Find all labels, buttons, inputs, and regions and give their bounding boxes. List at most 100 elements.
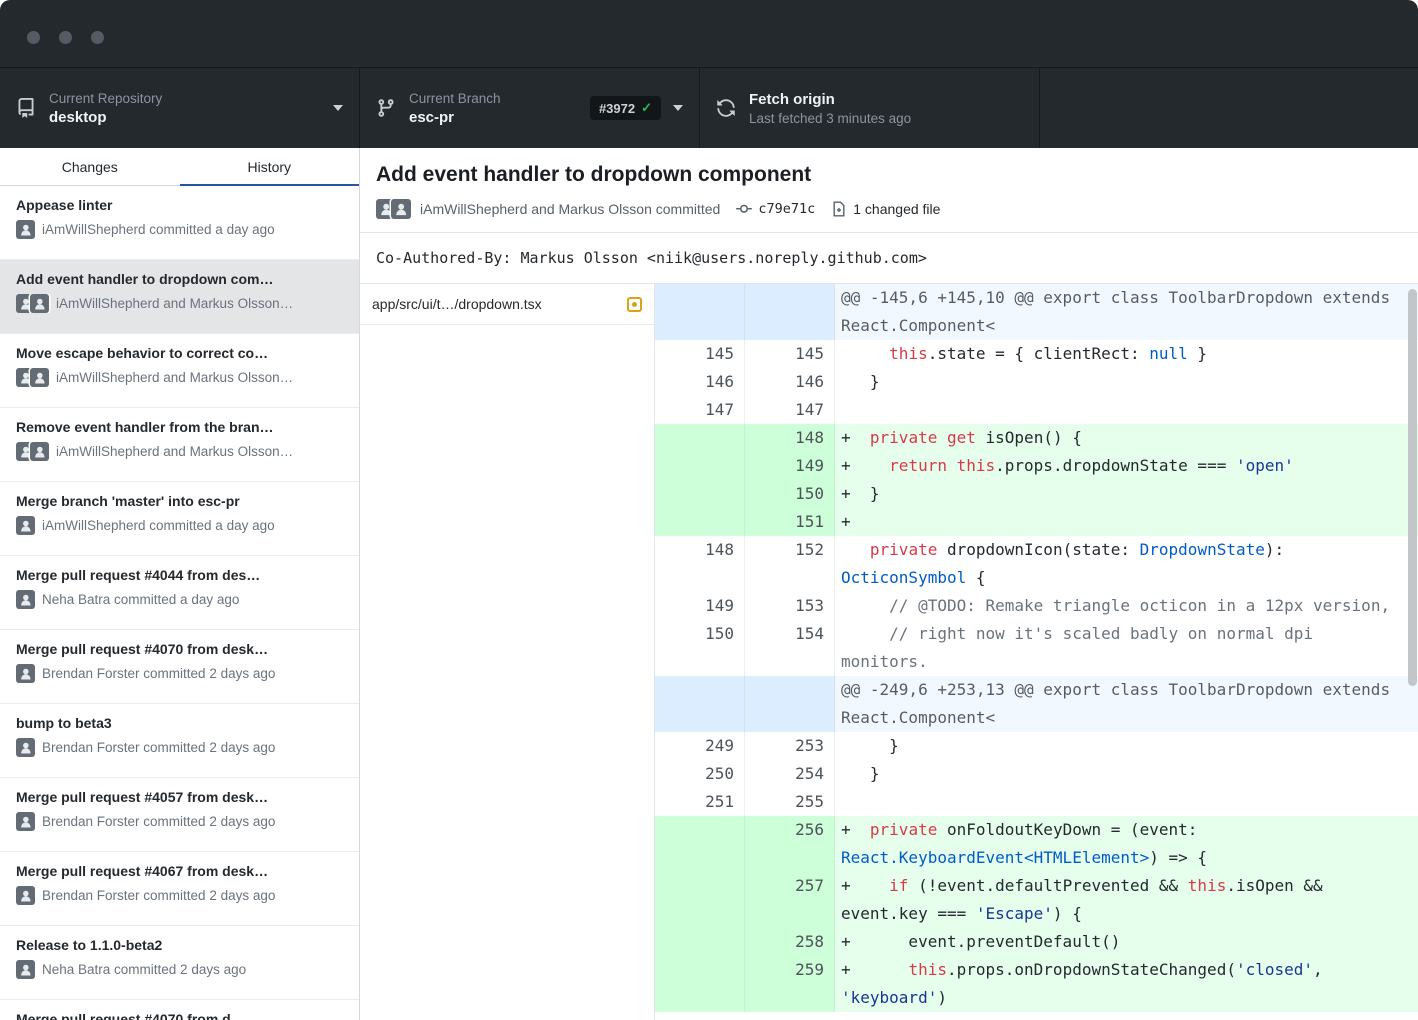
commit-byline: Neha Batra committed 2 days ago [16,960,343,979]
tab-history[interactable]: History [180,148,360,185]
commit-list-item[interactable]: bump to beta3Brendan Forster committed 2… [0,704,359,778]
commit-meta-text: iAmWillShepherd and Markus Olsson… [56,370,293,385]
diff-new-line-number: 154 [745,620,835,676]
commit-avatars [16,960,35,979]
diff-old-line-number: 148 [655,536,745,592]
diff-old-line-number [655,928,745,956]
diff-line-row: 257+ if (!event.defaultPrevented && this… [655,872,1418,928]
diff-code-line: } [835,732,1418,760]
repository-picker-button[interactable]: Current Repository desktop [0,68,360,148]
diff-old-line-number [655,676,745,732]
commit-meta-text: Neha Batra committed 2 days ago [42,962,246,977]
branch-name: esc-pr [409,109,501,126]
diff-new-line-number: 255 [745,788,835,816]
commit-title: Appease linter [16,197,343,213]
commit-avatars [16,886,35,905]
commit-list-item[interactable]: Merge pull request #4070 from desk…Brend… [0,630,359,704]
avatar [16,960,35,979]
fetch-origin-button[interactable]: Fetch origin Last fetched 3 minutes ago [700,68,1040,148]
file-list-item[interactable]: app/src/ui/t…/dropdown.tsx [360,284,654,325]
pr-status-badge: #3972 ✓ [590,96,661,120]
git-branch-icon [376,98,396,118]
commit-byline: Brendan Forster committed 2 days ago [16,738,343,757]
commit-title: Merge pull request #4070 from desk… [16,641,343,657]
diff-line-row: 150154 // right now it's scaled badly on… [655,620,1418,676]
commit-list-item[interactable]: Merge pull request #4044 from des…Neha B… [0,556,359,630]
commit-detail-pane: Add event handler to dropdown component … [360,148,1418,1020]
commit-list-item[interactable]: Merge pull request #4057 from desk… Brend… [0,778,359,852]
repository-picker-label: Current Repository [49,91,162,106]
chevron-down-icon [333,105,343,111]
diff-line-row: 250254 } [655,760,1418,788]
diff-new-line-number: 257 [745,872,835,928]
close-button[interactable] [27,31,40,44]
diff-new-line-number: 259 [745,956,835,1012]
diff-scrollbar-thumb[interactable] [1408,289,1417,686]
commit-sha[interactable]: c79e71c [758,201,815,217]
diff-old-line-number [655,284,745,340]
commit-byline: Neha Batra committed a day ago [16,590,343,609]
changed-files-count: 1 changed file [853,201,940,217]
commit-summary-title: Add event handler to dropdown component [376,163,1402,187]
commit-list-item[interactable]: Merge pull request #4070 from d… [0,1000,359,1020]
diff-line-row: 249253 } [655,732,1418,760]
avatar [16,812,35,831]
commit-meta-row: iAmWillShepherd and Markus Olsson commit… [376,199,1402,232]
commit-list-item[interactable]: Add event handler to dropdown com…iAmWil… [0,260,359,334]
commit-list-item[interactable]: Merge branch 'master' into esc-priAmWill… [0,482,359,556]
diff-line-row: 149153 // @TODO: Remake triangle octicon… [655,592,1418,620]
commit-meta-text: Brendan Forster committed 2 days ago [42,740,275,755]
commit-title: Move escape behavior to correct co… [16,345,343,361]
diff-code-line [835,396,1418,424]
diff-line-row: 258+ event.preventDefault() [655,928,1418,956]
commit-icon [736,201,752,217]
diff-new-line-number: 258 [745,928,835,956]
diff-code-line: + [835,508,1418,536]
commit-meta-text: iAmWillShepherd committed a day ago [42,518,275,533]
commit-list-item[interactable]: Appease linteriAmWillShepherd committed … [0,186,359,260]
commit-list-item[interactable]: Release to 1.1.0-beta2 Neha Batra committ… [0,926,359,1000]
commit-byline: Brendan Forster committed 2 days ago [16,886,343,905]
tab-changes[interactable]: Changes [0,148,180,185]
diff-new-line-number: 146 [745,368,835,396]
minimize-button[interactable] [59,31,72,44]
diff-old-line-number: 249 [655,732,745,760]
diff-line-row: 251255 [655,788,1418,816]
diff-new-line-number: 149 [745,452,835,480]
toolbar: Current Repository desktop Current Branc… [0,68,1418,148]
diff-code-line: + this.props.onDropdownStateChanged('clo… [835,956,1418,1012]
diff-line-row: 147147 [655,396,1418,424]
diff-line-row: 148152 private dropdownIcon(state: Dropd… [655,536,1418,592]
sidebar-tabs: Changes History [0,148,359,186]
pr-number: #3972 [599,101,635,116]
diff-new-line-number: 148 [745,424,835,452]
commit-title: Release to 1.1.0-beta2 [16,937,343,953]
diff-code-line [835,788,1418,816]
diff-code-line: @@ -145,6 +145,10 @@ export class Toolba… [835,284,1418,340]
commit-avatars [16,294,49,313]
commit-byline: iAmWillShepherd committed a day ago [16,516,343,535]
diff-code-line: + return this.props.dropdownState === 'o… [835,452,1418,480]
diff-old-line-number: 147 [655,396,745,424]
commit-title: Merge pull request #4057 from desk… [16,789,343,805]
branch-picker-button[interactable]: Current Branch esc-pr #3972 ✓ [360,68,700,148]
avatar [30,442,49,461]
commit-list-item[interactable]: Move escape behavior to correct co… iAmWi… [0,334,359,408]
diff-new-line-number: 150 [745,480,835,508]
commit-description: Co-Authored-By: Markus Olsson <niik@user… [360,233,1418,284]
commit-list-item[interactable]: Merge pull request #4067 from desk…Brend… [0,852,359,926]
titlebar [0,0,1418,68]
commit-meta-text: Brendan Forster committed 2 days ago [42,814,275,829]
commit-meta-text: Neha Batra committed a day ago [42,592,239,607]
diff-code-line: } [835,368,1418,396]
commit-avatars [16,516,35,535]
avatar [16,664,35,683]
avatar [16,886,35,905]
diff-code-line: + private get isOpen() { [835,424,1418,452]
zoom-button[interactable] [91,31,104,44]
commit-header: Add event handler to dropdown component … [360,148,1418,233]
commit-list-item[interactable]: Remove event handler from the bran…iAmWi… [0,408,359,482]
toolbar-empty-area [1040,68,1418,148]
avatar [16,516,35,535]
diff-old-line-number: 149 [655,592,745,620]
